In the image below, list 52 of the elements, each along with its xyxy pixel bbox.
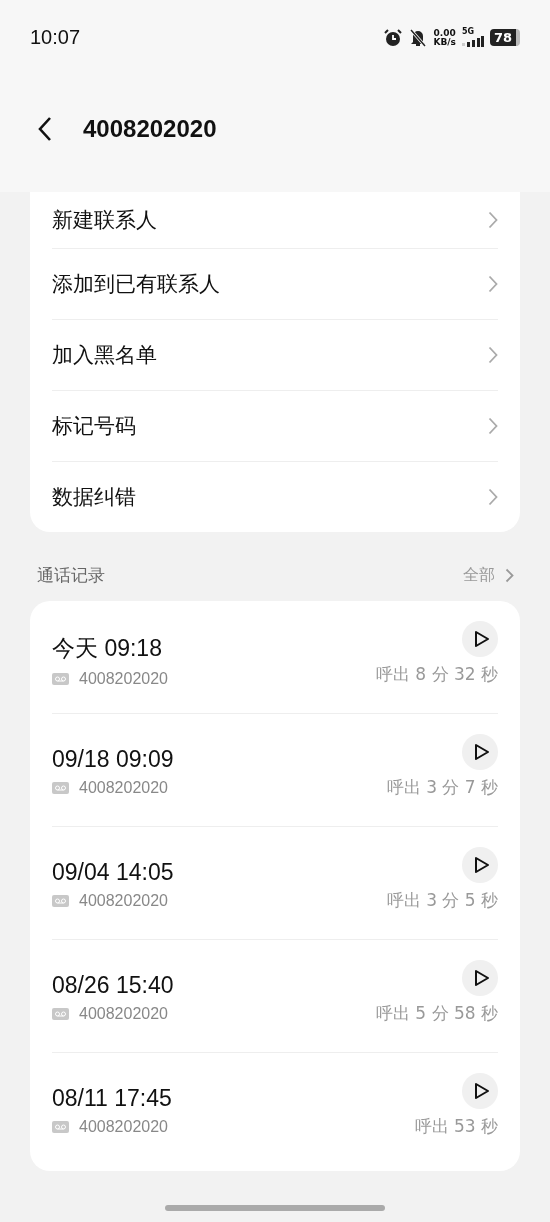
voicemail-icon — [52, 782, 69, 794]
call-duration: 呼出 8 分 32 秒 — [375, 663, 498, 686]
play-button[interactable] — [462, 847, 498, 883]
play-button[interactable] — [462, 734, 498, 770]
phone-number: 4008202020 — [79, 892, 168, 910]
chevron-right-icon — [488, 346, 498, 364]
chevron-right-icon — [488, 211, 498, 229]
call-time: 今天 09:18 — [52, 634, 163, 663]
alarm-clock-icon — [383, 27, 404, 48]
section-title: 通话记录 — [37, 564, 105, 587]
play-button[interactable] — [462, 960, 498, 996]
signal-icon — [461, 36, 484, 47]
play-icon — [473, 969, 490, 987]
voicemail-icon — [52, 1121, 69, 1133]
page-title: 4008202020 — [83, 114, 217, 143]
phone-number: 4008202020 — [79, 1118, 168, 1136]
network-speed: 0.00 — [433, 28, 456, 38]
phone-number: 4008202020 — [79, 1005, 168, 1023]
menu-item[interactable]: 加入黑名单 — [52, 320, 498, 391]
network-speed-unit: KB/s — [433, 37, 456, 47]
chevron-right-icon — [488, 417, 498, 435]
menu-item[interactable]: 标记号码 — [52, 391, 498, 462]
battery-indicator: 78 — [489, 29, 520, 46]
voicemail-icon — [52, 1008, 69, 1020]
phone-number: 4008202020 — [79, 670, 168, 688]
menu-item[interactable]: 添加到已有联系人 — [52, 249, 498, 320]
chevron-right-icon — [505, 568, 514, 583]
call-time: 09/18 09:09 — [52, 746, 174, 773]
back-icon[interactable] — [37, 115, 53, 142]
call-time: 08/11 17:45 — [52, 1085, 172, 1112]
status-time: 10:07 — [30, 26, 81, 49]
call-time: 09/04 14:05 — [52, 859, 174, 886]
menu-item[interactable]: 新建联系人 — [52, 192, 498, 249]
call-duration: 呼出 3 分 7 秒 — [386, 776, 498, 799]
play-icon — [473, 1082, 490, 1100]
menu-item[interactable]: 数据纠错 — [52, 462, 498, 532]
call-time: 08/26 15:40 — [52, 972, 174, 999]
call-duration: 呼出 3 分 5 秒 — [386, 889, 498, 912]
voicemail-icon — [52, 895, 69, 907]
play-icon — [473, 630, 490, 648]
play-button[interactable] — [462, 1073, 498, 1109]
chevron-right-icon — [488, 275, 498, 293]
muted-bell-icon — [409, 27, 428, 48]
network-type: 5G — [461, 28, 476, 36]
phone-number: 4008202020 — [79, 779, 168, 797]
chevron-right-icon — [488, 488, 498, 506]
play-button[interactable] — [462, 621, 498, 657]
voicemail-icon — [52, 673, 69, 685]
play-icon — [473, 856, 490, 874]
play-icon — [473, 743, 490, 761]
call-duration: 呼出 53 秒 — [414, 1115, 498, 1138]
call-duration: 呼出 5 分 58 秒 — [375, 1002, 498, 1025]
